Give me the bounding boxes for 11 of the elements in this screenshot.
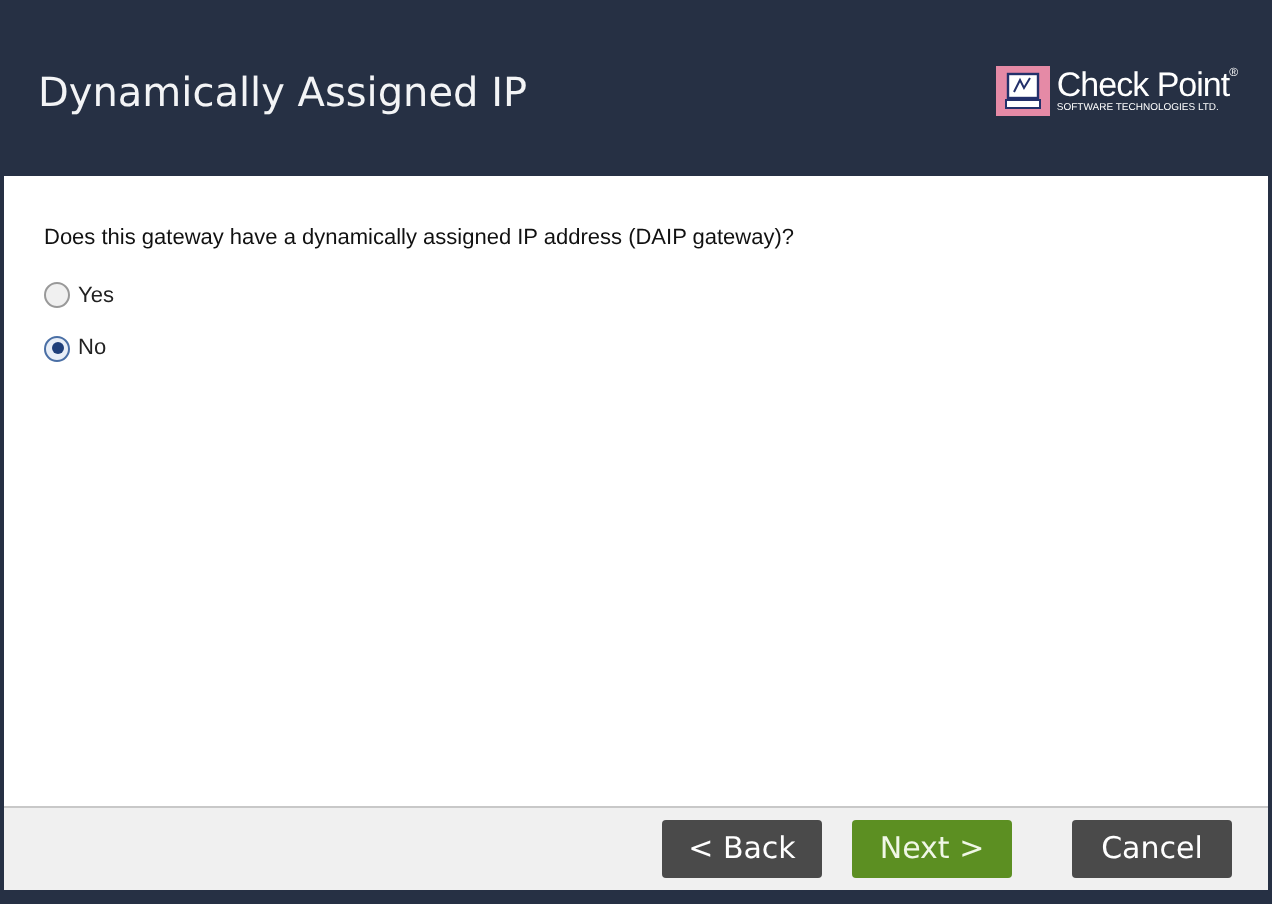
radio-button[interactable] <box>44 282 70 309</box>
radio-option[interactable]: Yes <box>44 279 114 312</box>
primary-button[interactable]: Next > <box>852 820 1012 878</box>
question-text: Does this gateway have a dynamically assigned IP address (DAIP gateway)? <box>44 224 797 254</box>
secondary-button[interactable]: Cancel <box>1072 820 1232 878</box>
radio-button[interactable] <box>44 335 70 362</box>
window-title: Dynamically Assigned IP <box>38 65 528 119</box>
secondary-button[interactable]: < Back <box>662 820 822 878</box>
logo-name: Check Point <box>1056 68 1230 102</box>
logo-icon <box>996 66 1051 116</box>
radio-option[interactable]: No <box>44 332 107 365</box>
